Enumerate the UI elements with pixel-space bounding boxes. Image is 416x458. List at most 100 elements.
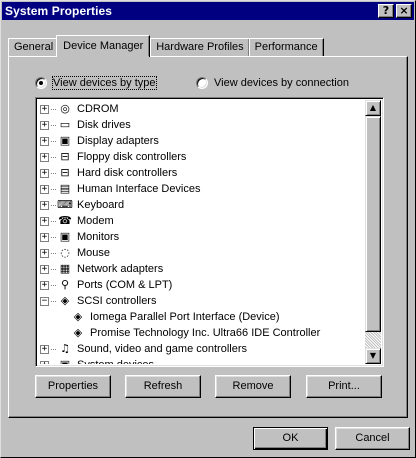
tab-general[interactable]: General: [8, 38, 60, 57]
port-icon: ⚲: [60, 278, 70, 291]
refresh-button[interactable]: Refresh: [125, 375, 201, 398]
expand-icon[interactable]: +: [40, 280, 49, 290]
tree-connector: [51, 204, 56, 206]
scroll-down-button[interactable]: ▼: [365, 348, 381, 364]
keyboard-icon: ⌨: [57, 198, 73, 211]
disk-drive-icon: ▭: [59, 118, 71, 131]
device-category[interactable]: + ⌨ Keyboard: [40, 197, 365, 213]
device-category[interactable]: + ▭ Disk drives: [40, 117, 365, 133]
expand-icon[interactable]: +: [40, 184, 49, 194]
tree-connector: [51, 300, 56, 302]
view-by-connection-radio[interactable]: [196, 77, 208, 89]
device-category-label: Floppy disk controllers: [77, 151, 187, 163]
device-category[interactable]: + ▣ Monitors: [40, 229, 365, 245]
tree-connector: [51, 220, 56, 222]
network-adapter-icon: ▦: [59, 262, 71, 275]
scsi-device-icon: ◈: [73, 310, 83, 323]
tab-performance[interactable]: Performance: [248, 38, 324, 57]
device-category[interactable]: + ▣ System devices: [40, 357, 365, 364]
expand-icon[interactable]: +: [40, 232, 49, 242]
cancel-button[interactable]: Cancel: [335, 427, 410, 450]
collapse-icon[interactable]: −: [40, 296, 49, 306]
device-category-label: Disk drives: [77, 119, 131, 131]
device-category-label: Network adapters: [77, 263, 164, 275]
device-category-label: Monitors: [77, 231, 120, 243]
expand-icon[interactable]: +: [40, 200, 49, 210]
tree-connector: [51, 348, 56, 350]
device-category[interactable]: + ▣ Display adapters: [40, 133, 365, 149]
expand-icon[interactable]: +: [40, 360, 49, 364]
device-category[interactable]: + ⚲ Ports (COM & LPT): [40, 277, 365, 293]
device-category-label: Sound, video and game controllers: [77, 343, 247, 355]
device-item-label: Iomega Parallel Port Interface (Device): [90, 311, 280, 323]
monitor-icon: ▣: [59, 134, 71, 147]
print-button[interactable]: Print...: [306, 375, 382, 398]
expand-icon[interactable]: +: [40, 216, 49, 226]
mouse-icon: ◌: [60, 246, 70, 259]
device-category[interactable]: + ⊟ Hard disk controllers: [40, 165, 365, 181]
expand-icon[interactable]: +: [40, 104, 49, 114]
device-category-label: SCSI controllers: [77, 295, 157, 307]
device-tree-scrollbar[interactable]: ▲ ▼: [365, 100, 381, 364]
properties-button[interactable]: Properties: [35, 375, 111, 398]
device-category[interactable]: + ☎ Modem: [40, 213, 365, 229]
scsi-device-icon: ◈: [73, 326, 83, 339]
title-buttons: ? ×: [378, 4, 412, 18]
device-manager-panel: View devices by type View devices by con…: [8, 56, 408, 418]
device-category-label: Mouse: [77, 247, 111, 259]
tree-connector: [51, 252, 56, 254]
sound-icon: ♫: [60, 342, 70, 355]
expand-icon[interactable]: +: [40, 248, 49, 258]
device-category[interactable]: − ◈ SCSI controllers: [40, 293, 365, 309]
close-button[interactable]: ×: [396, 4, 412, 18]
view-by-type-label[interactable]: View devices by type: [52, 76, 157, 90]
modem-icon: ☎: [58, 214, 72, 227]
window-title: System Properties: [5, 4, 113, 18]
floppy-controller-icon: ⊟: [60, 150, 70, 163]
monitor-icon: ▣: [59, 230, 71, 243]
hid-icon: ▤: [59, 182, 71, 195]
view-by-type-radio[interactable]: [35, 77, 47, 89]
help-button[interactable]: ?: [378, 4, 394, 18]
view-by-connection-option[interactable]: View devices by connection: [196, 77, 349, 89]
view-by-type-option[interactable]: View devices by type: [35, 76, 157, 90]
tree-connector: [51, 172, 56, 174]
device-category[interactable]: + ◎ CDROM: [40, 101, 365, 117]
tree-connector: [51, 236, 56, 238]
ok-button[interactable]: OK: [253, 427, 328, 450]
device-category-label: Human Interface Devices: [77, 183, 201, 195]
title-bar[interactable]: System Properties ? ×: [2, 2, 414, 20]
system-device-icon: ▣: [57, 357, 73, 364]
expand-icon[interactable]: +: [40, 120, 49, 130]
device-category[interactable]: + ◌ Mouse: [40, 245, 365, 261]
tree-connector: [51, 156, 56, 158]
device-category-label: CDROM: [77, 103, 119, 115]
tab-hardware-profiles[interactable]: Hardware Profiles: [150, 38, 250, 57]
scsi-icon: ◈: [60, 294, 70, 307]
expand-icon[interactable]: +: [40, 264, 49, 274]
device-category[interactable]: + ▤ Human Interface Devices: [40, 181, 365, 197]
device-category[interactable]: + ⊟ Floppy disk controllers: [40, 149, 365, 165]
scroll-thumb[interactable]: [365, 116, 381, 332]
tree-connector: [51, 124, 56, 126]
device-category-label: System devices: [77, 359, 154, 364]
device-category-label: Keyboard: [77, 199, 125, 211]
scroll-up-button[interactable]: ▲: [365, 100, 381, 116]
hard-disk-controller-icon: ⊟: [60, 166, 70, 179]
remove-button[interactable]: Remove: [215, 375, 291, 398]
device-item[interactable]: ◈ Promise Technology Inc. Ultra66 IDE Con…: [40, 325, 365, 341]
tree-connector: [51, 188, 56, 190]
device-item-label: Promise Technology Inc. Ultra66 IDE Cont…: [90, 327, 321, 339]
device-category[interactable]: + ♫ Sound, video and game controllers: [40, 341, 365, 357]
expand-icon[interactable]: +: [40, 152, 49, 162]
view-by-connection-label[interactable]: View devices by connection: [214, 77, 349, 89]
tree-connector: [51, 140, 56, 142]
device-category[interactable]: + ▦ Network adapters: [40, 261, 365, 277]
expand-icon[interactable]: +: [40, 136, 49, 146]
expand-icon[interactable]: +: [40, 168, 49, 178]
device-item[interactable]: ◈ Iomega Parallel Port Interface (Device): [40, 309, 365, 325]
tree-connector: [51, 108, 56, 110]
expand-icon[interactable]: +: [40, 344, 49, 354]
tab-device-manager[interactable]: Device Manager: [56, 35, 151, 59]
device-tree[interactable]: + ◎ CDROM + ▭ Disk drives + ▣ Display adapters + ⊟…: [35, 97, 384, 367]
